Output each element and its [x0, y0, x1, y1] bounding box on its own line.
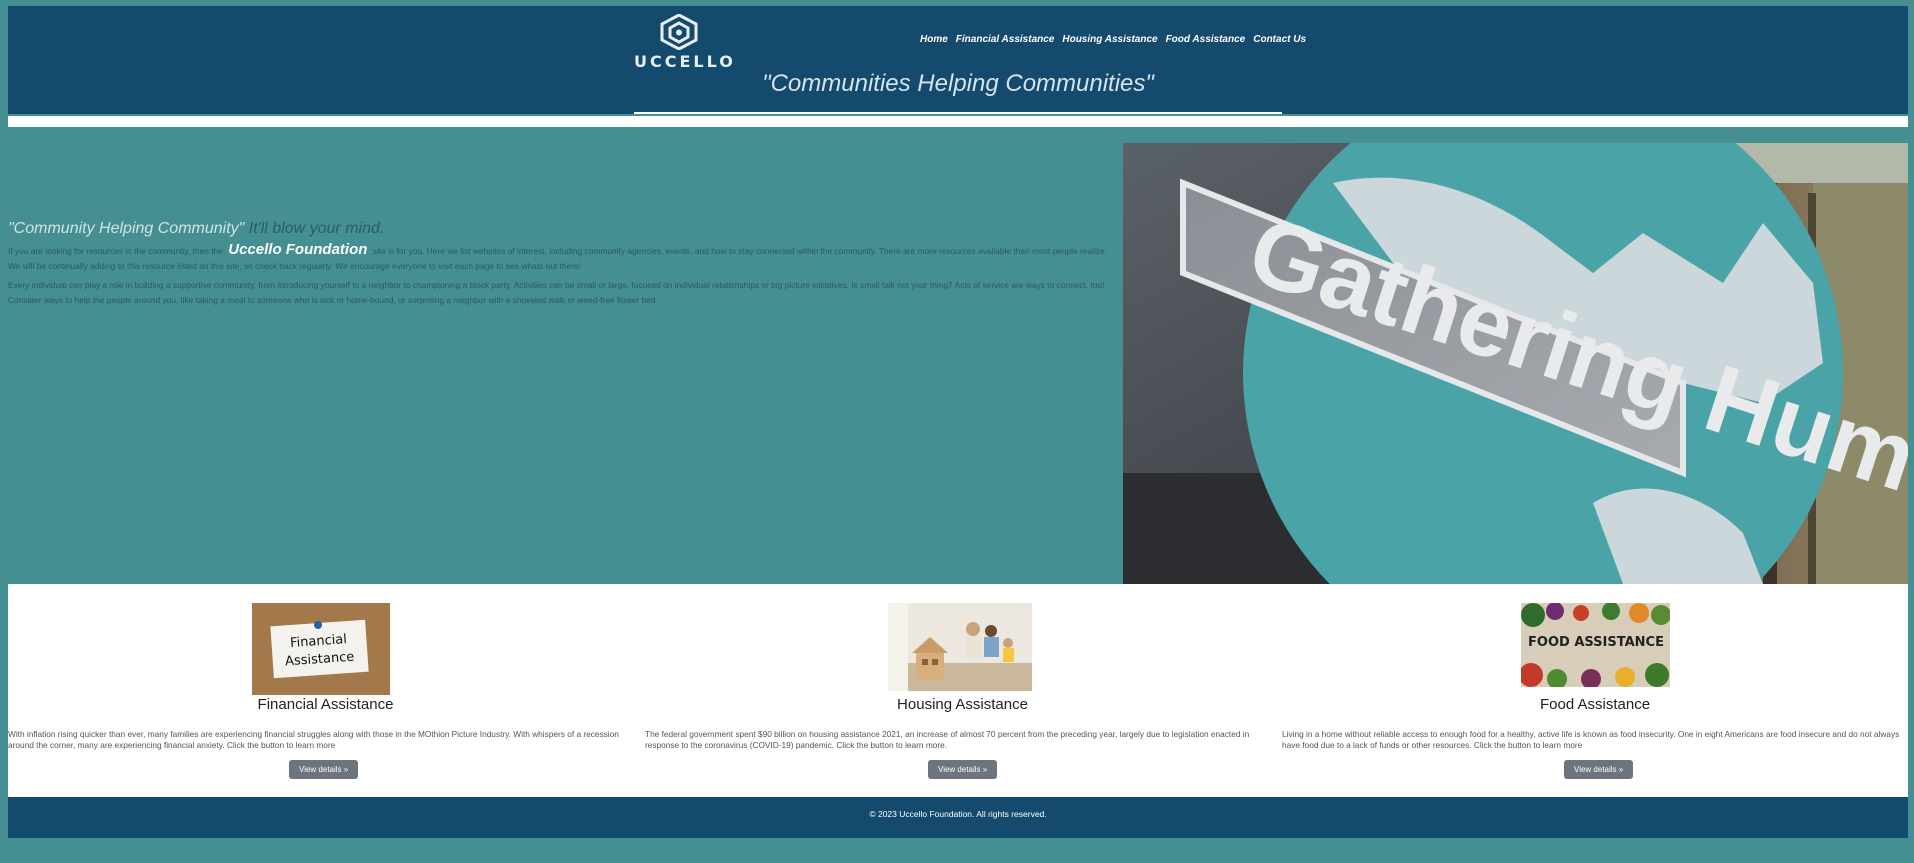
logo-text: UCCELLO: [634, 52, 736, 71]
header-divider: [634, 112, 1282, 114]
nav-financial-assistance[interactable]: Financial Assistance: [956, 34, 1055, 45]
card-food-assistance: FOOD ASSISTANCE Food Assistance Living i…: [1282, 584, 1908, 797]
view-details-button-housing[interactable]: View details »: [928, 760, 998, 779]
card-title: Housing Assistance: [897, 696, 1028, 713]
hero-heading-quote: "Community Helping Community": [8, 220, 245, 237]
nav-contact-us[interactable]: Contact Us: [1253, 34, 1306, 45]
hero-paragraph-2: Every individual can play a role in buil…: [8, 280, 1105, 305]
site-logo[interactable]: UCCELLO: [634, 14, 736, 72]
card-housing-assistance: Housing Assistance The federal governmen…: [645, 584, 1280, 797]
card-text: Living in a home without reliable access…: [1282, 729, 1900, 750]
hero-heading-sub: It'll blow your mind.: [244, 220, 385, 237]
footer-copyright: © 2023 Uccello Foundation. All rights re…: [869, 809, 1047, 819]
view-details-button-food[interactable]: View details »: [1564, 760, 1634, 779]
hero-text: "Community Helping Community" It'll blow…: [8, 220, 1114, 308]
card-financial-assistance: Financial Assistance Financial Assistanc…: [8, 584, 643, 797]
financial-assistance-image: Financial Assistance: [252, 603, 390, 695]
header-white-strip: [8, 116, 1908, 127]
hero-image: Gathering Humanity: [1123, 143, 1908, 584]
hero-heading: "Community Helping Community" It'll blow…: [8, 220, 1114, 238]
nav-housing-assistance[interactable]: Housing Assistance: [1062, 34, 1157, 45]
vegetables-image: FOOD ASSISTANCE: [1521, 603, 1670, 687]
card-title: Food Assistance: [1539, 696, 1651, 713]
card-text: The federal government spent $90 billion…: [645, 729, 1250, 750]
house-family-image: [888, 603, 1032, 691]
food-assistance-image: FOOD ASSISTANCE: [1521, 603, 1670, 687]
hero-paragraph-1: If you are looking for resources in the …: [8, 242, 1114, 274]
hero-p1-before: If you are looking for resources in the …: [8, 246, 223, 256]
sticky-note-image: Financial Assistance: [252, 603, 390, 695]
main-nav: Home Financial Assistance Housing Assist…: [920, 34, 1306, 45]
food-image-caption: FOOD ASSISTANCE: [1528, 635, 1664, 650]
nav-food-assistance[interactable]: Food Assistance: [1166, 34, 1246, 45]
brand-name: Uccello Foundation: [228, 241, 368, 258]
housing-assistance-image: [888, 603, 1032, 691]
site-tagline: "Communities Helping Communities": [762, 70, 1154, 97]
assistance-cards: Financial Assistance Financial Assistanc…: [8, 584, 1908, 797]
site-footer: © 2023 Uccello Foundation. All rights re…: [8, 797, 1908, 838]
card-text: With inflation rising quicker than ever,…: [8, 729, 619, 750]
gathering-humanity-photo: Gathering Humanity: [1123, 143, 1908, 584]
nav-home[interactable]: Home: [920, 34, 948, 45]
logo-hexagon-icon: [660, 14, 698, 50]
view-details-button-financial[interactable]: View details »: [289, 760, 359, 779]
card-title: Financial Assistance: [257, 696, 394, 713]
